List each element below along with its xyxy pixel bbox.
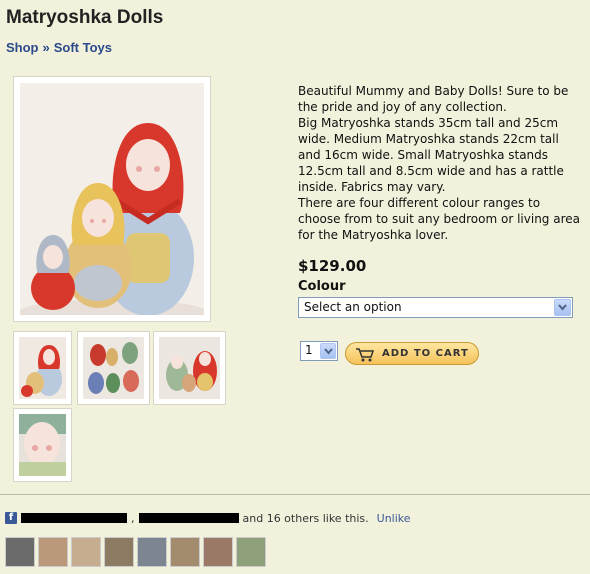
product-price: $129.00	[298, 257, 367, 275]
thumbnail-2[interactable]	[77, 331, 150, 405]
colour-select-value: Select an option	[304, 300, 402, 314]
product-description: Beautiful Mummy and Baby Dolls! Sure to …	[298, 83, 580, 243]
redacted-name	[21, 513, 127, 523]
thumbnail-image	[19, 337, 66, 399]
redacted-name	[138, 513, 239, 523]
breadcrumb-separator: »	[42, 40, 50, 55]
chevron-down-icon[interactable]	[320, 343, 336, 359]
avatar[interactable]	[170, 537, 200, 567]
chevron-down-icon[interactable]	[554, 299, 571, 316]
avatar[interactable]	[38, 537, 68, 567]
description-paragraph: Big Matryoshka stands 35cm tall and 25cm…	[298, 116, 564, 194]
avatar[interactable]	[71, 537, 101, 567]
comma: ,	[131, 511, 135, 525]
thumbnail-image	[19, 414, 66, 476]
avatar[interactable]	[236, 537, 266, 567]
thumbnail-image	[159, 337, 220, 399]
avatar[interactable]	[5, 537, 35, 567]
avatar[interactable]	[104, 537, 134, 567]
thumbnail-4[interactable]	[13, 408, 72, 482]
avatar[interactable]	[203, 537, 233, 567]
facebook-others-text: and 16 others like this.	[242, 511, 369, 525]
thumbnail-image	[83, 337, 144, 399]
colour-select[interactable]: Select an option	[298, 297, 573, 318]
facebook-icon: f	[5, 512, 17, 524]
page-title: Matryoshka Dolls	[6, 7, 164, 28]
facebook-friend-faces	[5, 537, 266, 567]
colour-label: Colour	[298, 279, 346, 294]
thumbnail-1[interactable]	[13, 331, 72, 405]
unlike-link[interactable]: Unlike	[377, 512, 411, 525]
add-to-cart-button[interactable]: ADD TO CART	[345, 342, 479, 365]
avatar[interactable]	[137, 537, 167, 567]
quantity-value: 1	[305, 343, 313, 357]
description-paragraph: Beautiful Mummy and Baby Dolls! Sure to …	[298, 84, 569, 114]
thumbnail-3[interactable]	[153, 331, 226, 405]
quantity-select[interactable]: 1	[300, 341, 338, 361]
main-product-image[interactable]	[13, 76, 211, 322]
facebook-like-bar: f , and 16 others like this. Unlike	[5, 510, 411, 526]
description-paragraph: There are four different colour ranges t…	[298, 196, 580, 242]
breadcrumb-shop[interactable]: Shop	[6, 40, 39, 55]
breadcrumb-soft-toys[interactable]: Soft Toys	[54, 40, 112, 55]
breadcrumb: Shop» Soft Toys	[6, 40, 112, 55]
add-to-cart-label: ADD TO CART	[382, 348, 469, 359]
matryoshka-dolls-photo	[20, 83, 204, 315]
cart-icon	[355, 347, 375, 365]
divider	[0, 494, 590, 495]
